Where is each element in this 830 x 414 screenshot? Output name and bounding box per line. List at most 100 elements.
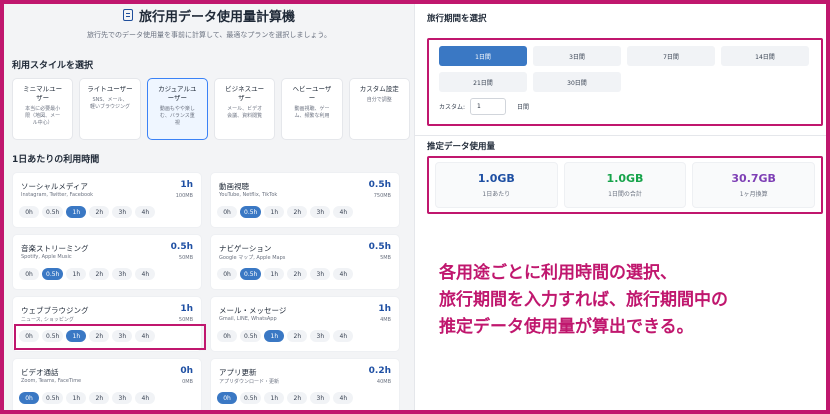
hour-option-button[interactable]: 2h — [89, 392, 110, 404]
hour-option-button[interactable]: 1h — [66, 392, 87, 404]
custom-days-input[interactable]: 1 — [470, 98, 507, 115]
style-name: ライトユーザー — [87, 85, 133, 93]
hour-option-button[interactable]: 0h — [19, 206, 39, 218]
hour-option-button[interactable]: 0.5h — [240, 330, 262, 342]
hour-option-button[interactable]: 0.5h — [42, 268, 64, 280]
usage-examples: アプリダウンロード・更新 — [219, 379, 280, 385]
hour-option-button[interactable]: 2h — [287, 330, 308, 342]
hour-option-button[interactable]: 0.5h — [42, 330, 64, 342]
hour-option-button[interactable]: 4h — [333, 392, 354, 404]
hour-option-button[interactable]: 3h — [112, 392, 133, 404]
hour-option-button[interactable]: 0h — [217, 392, 237, 404]
usage-data-mb: 50MB — [178, 255, 193, 261]
hour-option-button[interactable]: 4h — [333, 206, 354, 218]
style-description: 動画視聴、ゲー ム、頻繁な利用 — [294, 106, 330, 119]
hour-option-button[interactable]: 3h — [310, 268, 331, 280]
hour-option-button[interactable]: 4h — [135, 392, 156, 404]
hour-option-button[interactable]: 1h — [66, 268, 87, 280]
usage-card: アプリ更新アプリダウンロード・更新 0.2h 40MB 0h 0.5h 1h 2h 3h 4h — [210, 358, 400, 410]
hour-option-button[interactable]: 0.5h — [42, 392, 64, 404]
divider — [415, 135, 827, 136]
hour-option-button[interactable]: 1h — [264, 330, 285, 342]
usage-examples: Google マップ, Apple Maps — [219, 255, 286, 261]
hour-option-button[interactable]: 3h — [112, 206, 133, 218]
usage-card: ウェブブラウジング ニュース, ショッピング 1h 50MB 0h 0.5h 1h 2h 3h 4… — [12, 296, 202, 352]
period-button[interactable]: 1日間 — [439, 46, 527, 66]
usage-card: ソーシャルメディア Instagram, Twitter, Facebook 1h 1… — [12, 172, 202, 228]
style-description: メール、ビデオ 会議、資料閲覧 — [227, 106, 263, 119]
left-panel: 旅行用データ使用量計算機 旅行先でのデータ使用量を事前に計算して、最適なプランを… — [4, 4, 414, 410]
hour-option-button[interactable]: 0.5h — [42, 206, 64, 218]
hour-option-button[interactable]: 3h — [310, 206, 331, 218]
hour-option-button[interactable]: 2h — [89, 330, 110, 342]
usage-hours: 0h — [180, 366, 193, 376]
hour-option-button[interactable]: 3h — [310, 392, 331, 404]
usage-name: アプリ更新 — [219, 368, 257, 377]
style-card[interactable]: ビジネスユー ザーメール、ビデオ 会議、資料閲覧 — [213, 78, 276, 140]
hour-option-button[interactable]: 4h — [135, 206, 156, 218]
annotation-line: 推定データ使用量が算出できる。 — [439, 317, 694, 337]
hour-option-button[interactable]: 0.5h — [240, 206, 262, 218]
usage-data-mb: 40MB — [376, 379, 391, 385]
usage-hours: 0.2h — [368, 366, 391, 376]
usage-hours: 1h — [180, 304, 193, 314]
usage-data-mb: 50MB — [178, 317, 193, 323]
usage-hours: 0.5h — [170, 242, 193, 252]
estimate-heading: 推定データ使用量 — [427, 142, 496, 152]
hour-option-button[interactable]: 1h — [264, 268, 285, 280]
hour-options: 0h 0.5h 1h 2h 3h 4h — [19, 268, 156, 280]
document-icon — [122, 9, 133, 21]
usage-name: ビデオ通話 — [21, 368, 59, 377]
styles-heading: 利用スタイルを選択 — [12, 61, 94, 71]
usage-heading: 1日あたりの利用時間 — [12, 155, 100, 165]
hour-option-button[interactable]: 4h — [135, 330, 156, 342]
style-name: ミニマルユー ザー — [23, 85, 63, 102]
hour-option-button[interactable]: 0h — [19, 268, 39, 280]
hour-option-button[interactable]: 0.5h — [240, 268, 262, 280]
usage-examples: Zoom, Teams, FaceTime — [21, 378, 82, 384]
usage-card: 音楽ストリーミング Spotify, Apple Music 0.5h 50MB 0h 0… — [12, 234, 202, 290]
style-name: ビジネスユー ザー — [225, 85, 265, 102]
hour-option-button[interactable]: 2h — [287, 392, 308, 404]
estimate-value: 1.0GB — [606, 172, 644, 185]
hour-option-button[interactable]: 2h — [89, 206, 110, 218]
period-button[interactable]: 21日間 — [439, 72, 527, 92]
hour-option-button[interactable]: 2h — [287, 206, 308, 218]
period-button[interactable]: 7日間 — [627, 46, 715, 66]
hour-option-button[interactable]: 3h — [310, 330, 331, 342]
hour-option-button[interactable]: 2h — [89, 268, 110, 280]
hour-option-button[interactable]: 3h — [112, 268, 133, 280]
hour-option-button[interactable]: 1h — [66, 206, 87, 218]
period-button[interactable]: 3日間 — [533, 46, 621, 66]
period-button[interactable]: 30日間 — [533, 72, 621, 92]
hour-option-button[interactable]: 0h — [217, 206, 237, 218]
style-card[interactable]: カジュアルユ ーザー 動画もやや楽し む、バランス重視 — [146, 78, 208, 140]
hour-option-button[interactable]: 0h — [19, 392, 39, 404]
style-card[interactable]: ライトユーザー SNS、メール、 軽いブラウジング — [79, 78, 141, 140]
style-card[interactable]: ミニマルユー ザー 本当に必要最小 限（地図、メー ル中心） — [12, 78, 74, 140]
hour-option-button[interactable]: 0h — [217, 330, 237, 342]
usage-data-mb: 5MB — [380, 255, 391, 261]
style-card[interactable]: カスタム設定 自分で調整 — [348, 78, 410, 140]
hour-option-button[interactable]: 1h — [264, 206, 285, 218]
estimate-caption: 1ヶ月換算 — [739, 191, 768, 198]
hour-option-button[interactable]: 4h — [135, 268, 156, 280]
hour-option-button[interactable]: 4h — [333, 268, 354, 280]
period-button[interactable]: 14日間 — [721, 46, 809, 66]
usage-card: ナビゲーション Google マップ, Apple Maps 0.5h 5MB 0h 0.… — [210, 234, 400, 290]
hour-options: 0h 0.5h 1h 2h 3h 4h — [19, 392, 156, 404]
hour-option-button[interactable]: 0.5h — [240, 392, 262, 404]
hour-option-button[interactable]: 2h — [287, 268, 308, 280]
hour-option-button[interactable]: 0h — [217, 268, 237, 280]
hour-option-button[interactable]: 3h — [112, 330, 133, 342]
hour-option-button[interactable]: 0h — [19, 330, 39, 342]
estimate-card: 1.0GB 1日間の合計 — [563, 162, 687, 208]
hour-option-button[interactable]: 4h — [333, 330, 354, 342]
hour-option-button[interactable]: 1h — [264, 392, 285, 404]
usage-data-mb: 750MB — [373, 193, 391, 199]
hour-option-button[interactable]: 1h — [66, 330, 87, 342]
custom-label: カスタム: — [439, 104, 466, 111]
annotation-line: 各用途ごとに利用時間の選択、 — [439, 263, 677, 283]
period-heading: 旅行期間を選択 — [427, 14, 487, 24]
style-card[interactable]: ヘビーユーザー動画視聴、ゲー ム、頻繁な利用 — [281, 78, 343, 140]
